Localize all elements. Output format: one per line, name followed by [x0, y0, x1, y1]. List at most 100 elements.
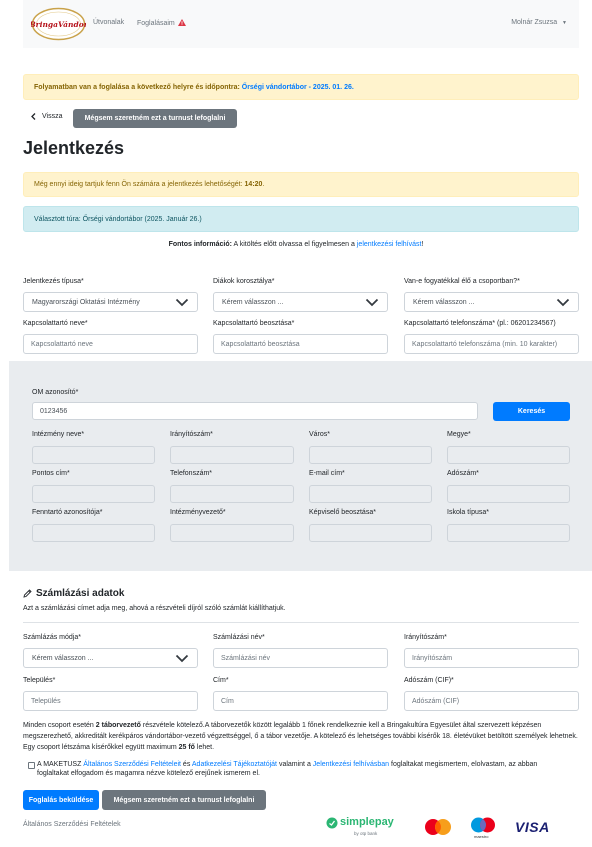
billing-title-text: Számlázási adatok [36, 588, 125, 599]
school-field-label: Megye* [447, 431, 471, 438]
nav-routes-link[interactable]: Útvonalak [93, 19, 124, 26]
billing-description: Azt a számlázási címet adja meg, ahová a… [23, 605, 286, 612]
chevron-left-icon [31, 113, 36, 120]
svg-text:BringaVándor: BringaVándor [31, 20, 86, 29]
reservation-timer-alert: Még ennyi ideig tartjuk fenn Ön számára … [23, 172, 579, 197]
warning-icon [177, 19, 186, 26]
selected-tour-text: Választott túra: Őrségi vándortábor (202… [34, 215, 202, 223]
school-county-input [447, 446, 570, 464]
school-field-label: Adószám* [447, 470, 479, 477]
selected-tour-alert: Választott túra: Őrségi vándortábor (202… [23, 206, 579, 232]
school-field-label: Pontos cím* [32, 470, 70, 477]
school-field-label: Irányítószám* [170, 431, 213, 438]
contact-phone-input[interactable]: Kapcsolattartó telefonszáma (min. 10 kar… [404, 334, 579, 354]
booking-link[interactable]: Őrségi vándortábor - 2025. 01. 26. [242, 84, 354, 91]
timer-value: 14:20 [244, 181, 263, 188]
billing-section-title: Számlázási adatok [23, 588, 124, 599]
user-menu[interactable]: Molnár Zsuzsa ▼ [511, 19, 567, 26]
disabled-label: Van-e fogyatékkal élő a csoportban?* [404, 278, 520, 285]
maestro-logo: maestro [469, 816, 497, 840]
type-select[interactable]: Magyarországi Oktatási Intézmény [23, 292, 198, 312]
nav-bookings-label: Foglalásaim [137, 20, 175, 27]
mastercard-icon [425, 819, 451, 835]
age-select[interactable]: Kérem válasszon ... [213, 292, 388, 312]
school-field-label: Fenntartó azonosítója* [32, 509, 103, 516]
notice-bold: 2 táborvezető [95, 722, 141, 729]
billing-zip-input[interactable]: Irányítószám [404, 648, 579, 668]
billing-address-input[interactable]: Cím [213, 691, 388, 711]
bringavandor-logo[interactable]: BringaVándor [31, 7, 86, 41]
contact-name-input[interactable]: Kapcsolattartó neve [23, 334, 198, 354]
age-label: Diákok korosztálya* [213, 278, 275, 285]
search-button[interactable]: Keresés [493, 402, 570, 421]
school-zip-input [170, 446, 294, 464]
navbar: BringaVándor Útvonalak Foglalásaim Molná… [23, 0, 579, 48]
school-field-label: Város* [309, 431, 331, 438]
disabled-select[interactable]: Kérem válasszon ... [404, 292, 579, 312]
booking-in-progress-alert: Folyamatban van a foglalása a következő … [23, 74, 579, 100]
disabled-select-value: Kérem válasszon ... [413, 298, 475, 306]
page-title: Jelentkezés [23, 138, 125, 158]
back-link[interactable]: Vissza [31, 113, 63, 120]
nav-bookings-link[interactable]: Foglalásaim [137, 19, 186, 27]
cancel-booking-button-bottom[interactable]: Mégsem szeretném ezt a turnust lefoglaln… [102, 790, 266, 810]
privacy-link[interactable]: Adatkezelési Tájékoztatóját [192, 761, 277, 768]
notice-bold: 25 fő [178, 744, 195, 751]
notice-text: Minden csoport esetén [23, 722, 94, 729]
billing-address-label: Cím* [213, 677, 229, 684]
submit-booking-button[interactable]: Foglalás beküldése [23, 790, 99, 810]
simplepay-mark-icon [326, 817, 338, 829]
caret-down-icon: ▼ [562, 20, 567, 26]
billing-city-label: Település* [23, 677, 56, 684]
chevron-down-icon [556, 298, 570, 306]
contact-phone-label: Kapcsolattartó telefonszáma* (pl.: 06201… [404, 320, 556, 327]
pencil-icon [23, 589, 32, 598]
contact-position-input[interactable]: Kapcsolattartó beosztása [213, 334, 388, 354]
age-select-value: Kérem válasszon ... [222, 298, 284, 306]
chevron-down-icon [175, 654, 189, 662]
terms-checkbox[interactable] [28, 762, 35, 769]
billing-name-label: Számlázási név* [213, 634, 265, 641]
billing-tax-input[interactable]: Adószám (CIF) [404, 691, 579, 711]
maintainer-id-input [32, 524, 155, 542]
billing-city-input[interactable]: Település [23, 691, 198, 711]
leader-notice: Minden csoport esetén 2 táborvezető rész… [23, 720, 579, 753]
om-label: OM azonosító* [32, 389, 79, 396]
maestro-text: maestro [474, 834, 489, 839]
terms-fragment: valamint a [278, 761, 311, 768]
user-name: Molnár Zsuzsa [511, 19, 558, 26]
school-city-input [309, 446, 432, 464]
contact-pos-label: Kapcsolattartó beosztása* [213, 320, 295, 327]
billing-tax-label: Adószám (CIF)* [404, 677, 454, 684]
type-select-value: Magyarországi Oktatási Intézmény [32, 298, 140, 306]
principal-input [170, 524, 294, 542]
chevron-down-icon [175, 298, 189, 306]
terms-footer-link[interactable]: Általános Szerződési Feltételek [23, 821, 121, 828]
terms-link[interactable]: Általános Szerződési Feltételeit [83, 761, 181, 768]
billing-mode-select[interactable]: Kérem válasszon ... [23, 648, 198, 668]
simplepay-logo: simplepay by otp bank [326, 815, 398, 839]
cancel-booking-button-top[interactable]: Mégsem szeretném ezt a turnust lefoglaln… [73, 109, 237, 128]
billing-mode-label: Számlázás módja* [23, 634, 81, 641]
school-phone-input [170, 485, 294, 503]
simplepay-subtext: by otp bank [354, 831, 378, 836]
billing-name-input[interactable]: Számlázási név [213, 648, 388, 668]
om-id-input[interactable]: 0123456 [32, 402, 478, 420]
school-tax-input [447, 485, 570, 503]
timer-text: Még ennyi ideig tartjuk fenn Ön számára … [34, 181, 243, 188]
representative-position-input [309, 524, 432, 542]
simplepay-text: simplepay [340, 816, 394, 828]
school-type-input [447, 524, 570, 542]
application-call-link[interactable]: jelentkezési felhívást [357, 241, 422, 248]
important-info: Fontos információ: A kitöltés előtt olva… [0, 241, 592, 248]
school-field-label: Iskola típusa* [447, 509, 490, 516]
info-suffix: ! [421, 241, 424, 248]
institution-name-input [32, 446, 155, 464]
visa-logo: VISA [515, 819, 550, 835]
type-label: Jelentkezés típusa* [23, 278, 84, 285]
notice-text: lehet. [196, 744, 215, 751]
divider [23, 622, 579, 623]
alert-text: Folyamatban van a foglalása a következő … [34, 83, 240, 91]
application-call-link[interactable]: Jelentkezési felhívásban [313, 761, 389, 768]
terms-fragment: A MAKETUSZ [37, 761, 82, 768]
